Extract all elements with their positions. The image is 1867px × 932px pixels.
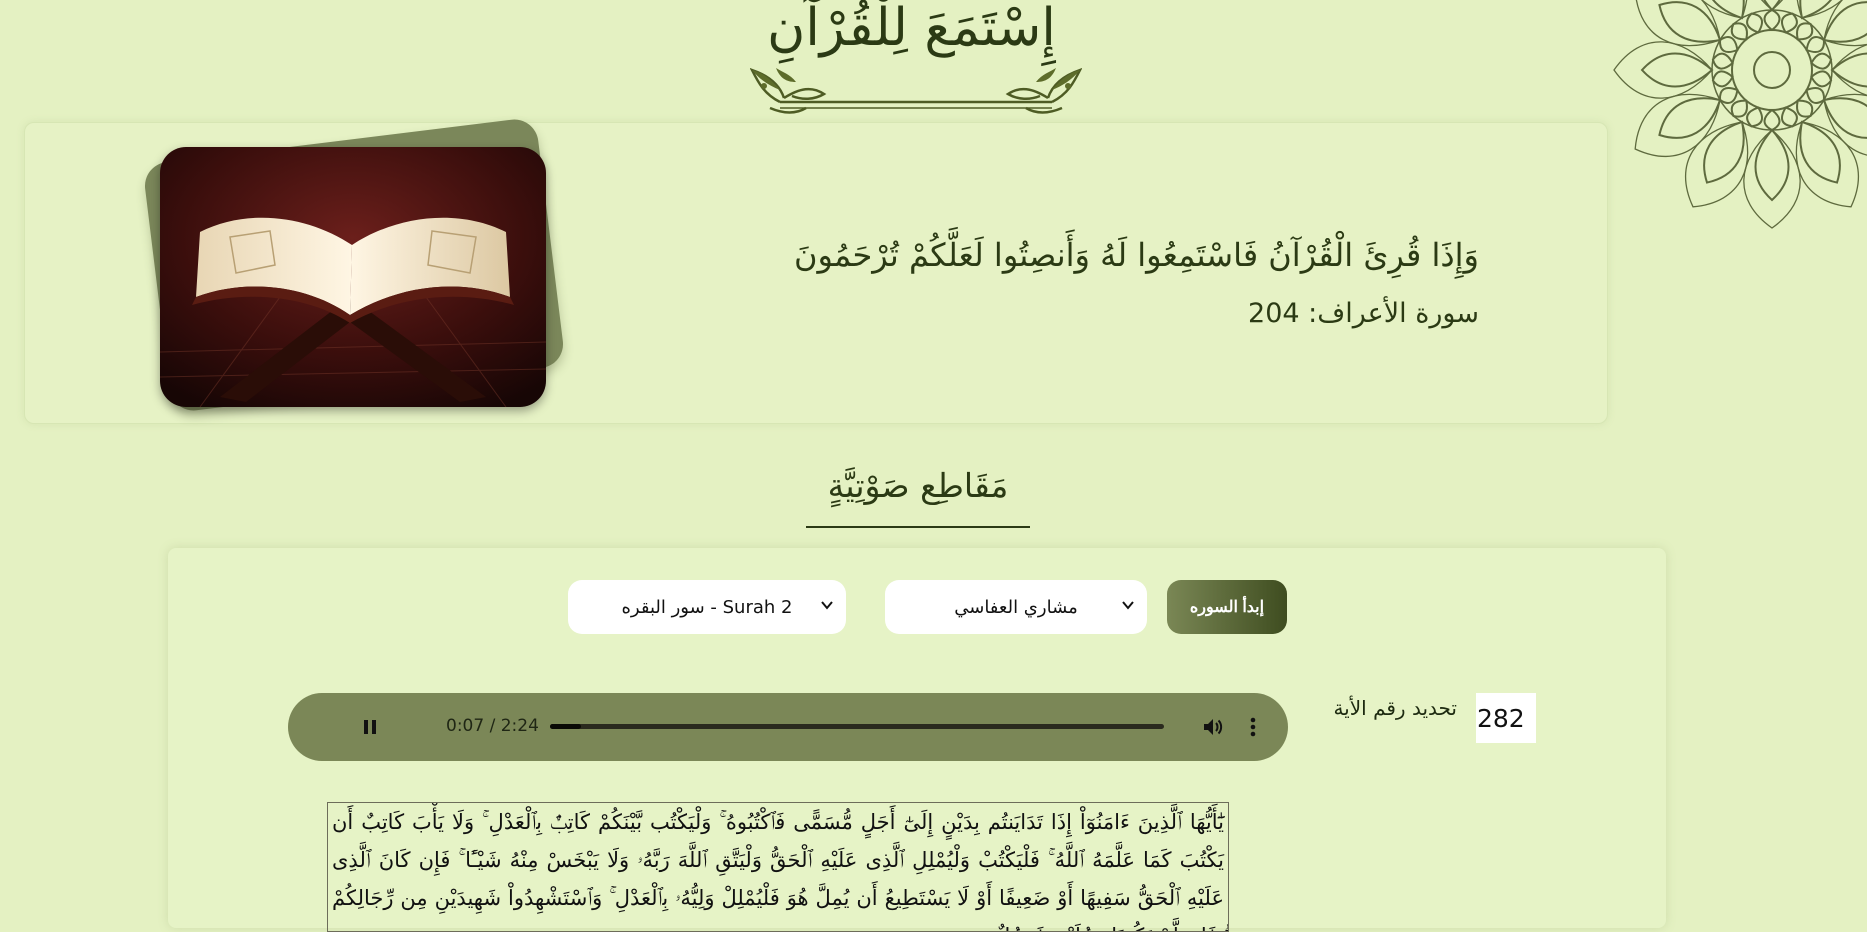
- volume-icon[interactable]: [1202, 716, 1224, 738]
- quran-photo-frame: [142, 116, 568, 425]
- seek-progress: [550, 724, 581, 729]
- section-title: مَقَاطِع صَوْتِيَّةٍ: [827, 466, 1009, 505]
- chevron-down-icon: [1122, 601, 1134, 610]
- audio-player: 0:07 / 2:24: [288, 693, 1288, 761]
- floral-divider-icon: [749, 64, 1083, 120]
- start-surah-button[interactable]: إبدأ السوره: [1167, 580, 1287, 634]
- hero-verse-reference: سورة الأعراف: 204: [1248, 298, 1479, 329]
- quran-photo: [160, 147, 546, 407]
- ayah-number-label: تحديد رقم الأية: [1333, 696, 1457, 720]
- ayah-number-input[interactable]: 282: [1476, 693, 1536, 743]
- playback-time: 0:07 / 2:24: [446, 716, 539, 736]
- seek-bar[interactable]: [550, 724, 1164, 729]
- section-underline: [806, 526, 1030, 528]
- surah-select-value: Surah 2 - سور البقره: [621, 596, 793, 618]
- pause-icon[interactable]: [360, 717, 380, 737]
- surah-select[interactable]: Surah 2 - سور البقره: [568, 580, 846, 634]
- site-title: إِسْتَمَعَ لِلْقُرْآنِ: [767, 0, 1056, 58]
- more-vertical-icon[interactable]: [1248, 715, 1258, 739]
- reciter-select[interactable]: مشاري العفاسي: [885, 580, 1147, 634]
- chevron-down-icon: [821, 601, 833, 610]
- hero-verse: وَإِذَا قُرِئَ الْقُرْآنُ فَاسْتَمِعُوا …: [793, 236, 1479, 274]
- reciter-select-value: مشاري العفاسي: [954, 596, 1078, 618]
